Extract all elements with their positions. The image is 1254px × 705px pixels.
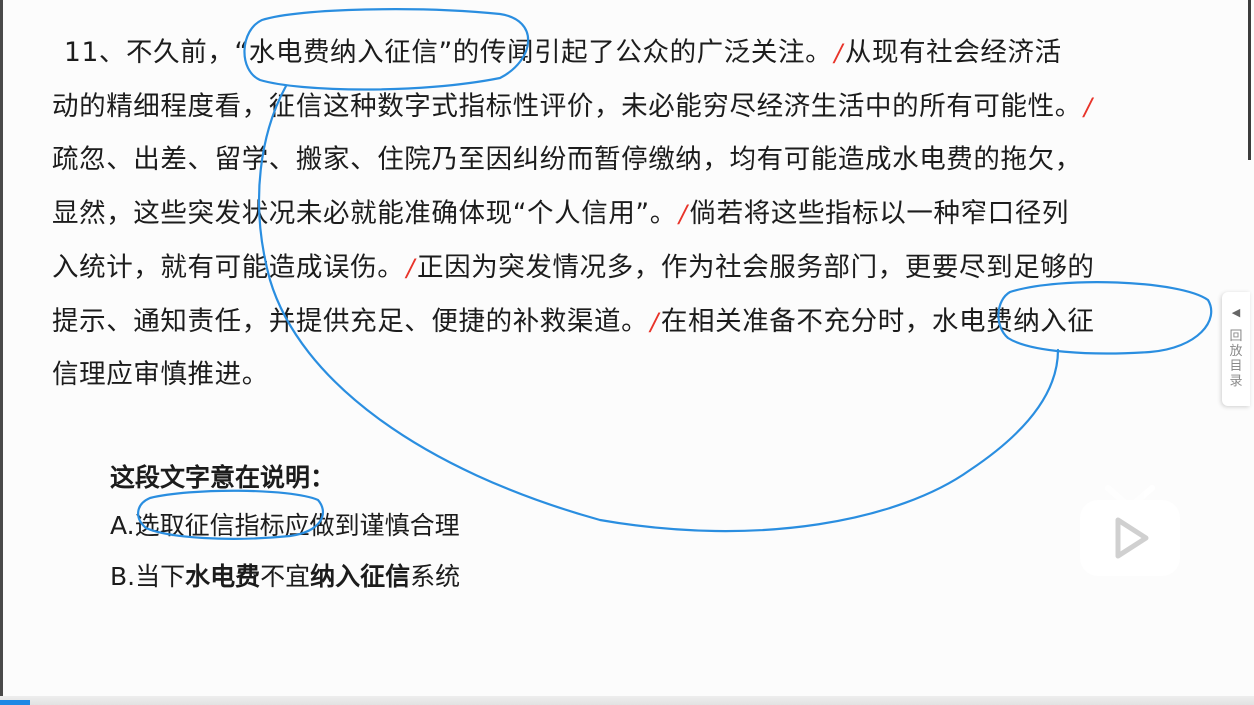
- passage-text: 动的精细程度看，征信这种数字式指标性评价，未必能穷尽经济生活中的所有可能性。: [52, 91, 1082, 122]
- passage-line-7: 信理应审慎推进。: [52, 352, 269, 391]
- replay-catalog-tab[interactable]: ◀ 回放目录: [1222, 292, 1250, 406]
- bottom-accent-bar: [0, 700, 30, 705]
- passage-text: 提示、通知责任，并提供充足、便捷的补救渠道。: [52, 306, 649, 337]
- tv-body: [1080, 500, 1180, 576]
- play-button[interactable]: [1078, 484, 1182, 580]
- passage-line-4: 显然，这些突发状况未必就能准确体现“个人信用”。/倘若将这些指标以一种窄口径列: [52, 191, 1069, 230]
- option-text-bold: 水电费: [185, 562, 261, 591]
- screen: 11、不久前，“水电费纳入征信”的传闻引起了公众的广泛关注。/从现有社会经济活 …: [0, 0, 1254, 705]
- slash-mark: /: [406, 254, 415, 282]
- option-text-bold: 纳入征信: [310, 562, 411, 591]
- option-b[interactable]: B.当下水电费不宜纳入征信系统: [110, 557, 460, 593]
- bottom-toolbar: [0, 696, 1254, 705]
- passage-text: 正因为突发情况多，作为社会服务部门，更要尽到足够的: [417, 252, 1095, 283]
- passage-text: 疏忽、出差、留学、搬家、住院乃至因纠纷而暂停缴纳，均有可能造成水电费的拖欠，: [52, 144, 1082, 175]
- option-text: 当下: [135, 562, 186, 591]
- option-text: 系统: [410, 562, 461, 591]
- window-right-edge: [1248, 0, 1251, 160]
- question-prompt: 这段文字意在说明：: [110, 463, 336, 492]
- slash-mark: /: [678, 200, 688, 228]
- passage-text: 信理应审慎推进。: [52, 359, 269, 390]
- passage-text: 11、不久前，“水电费纳入征信”的传闻引起了公众的广泛关注。: [64, 37, 833, 68]
- passage-line-1: 11、不久前，“水电费纳入征信”的传闻引起了公众的广泛关注。/从现有社会经济活: [64, 30, 1062, 69]
- option-letter: B.: [110, 562, 136, 591]
- passage-text: 倘若将这些指标以一种窄口径列: [689, 198, 1069, 229]
- slash-mark: /: [650, 308, 659, 336]
- option-letter: A.: [110, 511, 135, 540]
- passage-line-6: 提示、通知责任，并提供充足、便捷的补救渠道。/在相关准备不充分时，水电费纳入征: [52, 299, 1095, 338]
- slash-mark: /: [834, 39, 843, 67]
- passage-text: 入统计，就有可能造成误伤。: [52, 252, 405, 283]
- passage-line-3: 疏忽、出差、留学、搬家、住院乃至因纠纷而暂停缴纳，均有可能造成水电费的拖欠，: [52, 137, 1082, 176]
- replay-catalog-label: 回放目录: [1229, 329, 1243, 389]
- passage-line-2: 动的精细程度看，征信这种数字式指标性评价，未必能穷尽经济生活中的所有可能性。/: [52, 84, 1095, 123]
- window-left-edge: [0, 0, 3, 705]
- passage-text: 从现有社会经济活: [844, 37, 1062, 68]
- chevron-left-icon: ◀: [1231, 306, 1241, 319]
- option-text: 不宜: [260, 562, 311, 591]
- passage-line-5: 入统计，就有可能造成误伤。/正因为突发情况多，作为社会服务部门，更要尽到足够的: [52, 245, 1095, 284]
- option-text: 选取征信指标应做到谨慎合理: [134, 511, 460, 540]
- tv-antenna: [1105, 485, 1155, 505]
- option-a[interactable]: A.选取征信指标应做到谨慎合理: [110, 506, 460, 542]
- slash-mark: /: [1083, 93, 1093, 121]
- passage-text: 在相关准备不充分时，水电费纳入征: [660, 306, 1095, 337]
- passage-text: 显然，这些突发状况未必就能准确体现“个人信用”。: [52, 198, 677, 229]
